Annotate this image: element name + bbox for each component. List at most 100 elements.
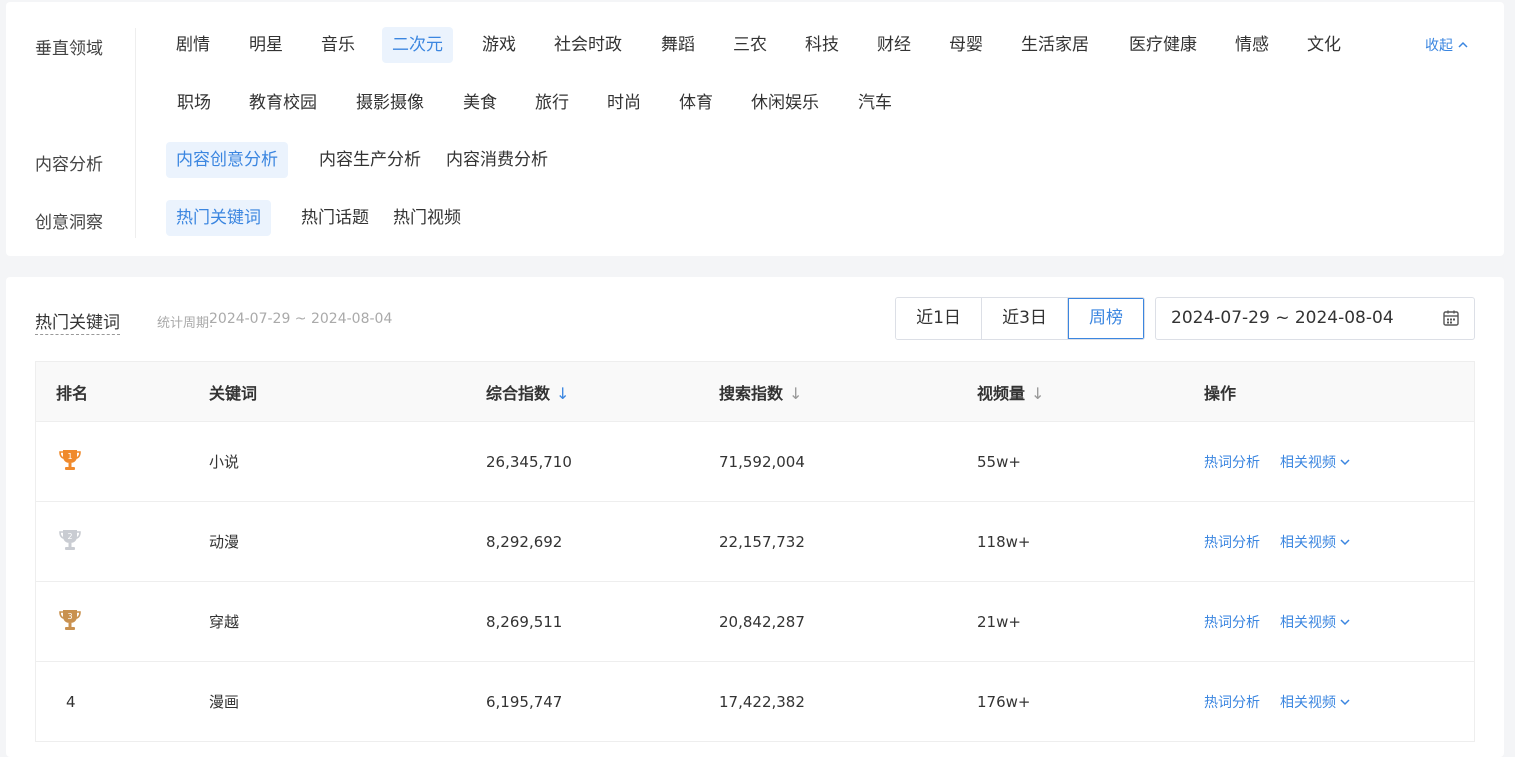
col-videos[interactable]: 视频量 ↓ [977,380,1044,404]
vertical-chip-row2-7[interactable]: 休闲娱乐 [741,85,829,121]
vertical-chip-row2-2[interactable]: 摄影摄像 [346,85,434,121]
section-title: 热门关键词 [35,308,120,335]
cell-search: 20,842,287 [719,612,805,631]
cell-search: 17,422,382 [719,692,805,711]
vertical-chip-row2-4[interactable]: 旅行 [525,85,579,121]
tab-1-day[interactable]: 近1日 [896,298,982,339]
vertical-chip-6[interactable]: 舞蹈 [651,27,705,63]
cell-rank: 1 [56,446,84,478]
vertical-chip-2[interactable]: 音乐 [311,27,365,63]
hot-word-analysis-link[interactable]: 热词分析 [1204,452,1260,472]
vertical-chip-9[interactable]: 财经 [867,27,921,63]
period-label: 统计周期: [157,316,214,331]
content-label: 内容分析 [35,155,103,175]
cell-search: 71,592,004 [719,452,805,471]
table-row: 3 穿越 8,269,511 20,842,287 21w+ 热词分析 相关视频 [36,582,1474,662]
vertical-chip-row2-0[interactable]: 职场 [167,85,221,121]
vertical-chip-10[interactable]: 母婴 [939,27,993,63]
col-videos-label: 视频量 [977,383,1026,403]
rank-number: 4 [66,692,76,711]
vertical-chip-row2-6[interactable]: 体育 [669,85,723,121]
vertical-chip-row2-8[interactable]: 汽车 [848,85,902,121]
vertical-chip-4[interactable]: 游戏 [472,27,526,63]
cell-ops: 热词分析 相关视频 [1204,452,1351,472]
vertical-chip-8[interactable]: 科技 [795,27,849,63]
vertical-chip-7[interactable]: 三农 [723,27,777,63]
col-search[interactable]: 搜索指数 ↓ [719,380,802,404]
insight-label: 创意洞察 [35,213,103,233]
sort-down-icon: ↓ [1031,383,1045,403]
related-videos-dropdown[interactable]: 相关视频 [1280,692,1351,712]
col-composite[interactable]: 综合指数 ↓ [486,380,569,404]
trophy-icon: 1 [59,449,81,470]
tab-weekly[interactable]: 周榜 [1068,298,1144,339]
cell-composite: 8,269,511 [486,612,563,631]
chevron-down-icon [1340,458,1350,465]
date-range-picker[interactable]: 2024-07-29 ~ 2024-08-04 [1155,297,1475,340]
vertical-chip-14[interactable]: 文化 [1297,27,1351,63]
cell-rank: 2 [56,526,84,558]
cell-composite: 26,345,710 [486,452,572,471]
hot-word-analysis-link[interactable]: 热词分析 [1204,532,1260,552]
hot-word-analysis-link[interactable]: 热词分析 [1204,612,1260,632]
vertical-chip-3[interactable]: 二次元 [382,27,453,63]
cell-keyword: 穿越 [209,613,240,631]
vertical-chip-13[interactable]: 情感 [1225,27,1279,63]
vertical-chip-12[interactable]: 医疗健康 [1119,27,1207,63]
content-chip-2[interactable]: 内容消费分析 [436,142,558,178]
cell-keyword: 小说 [209,453,240,471]
cell-composite: 6,195,747 [486,692,563,711]
trophy-icon: 2 [59,529,81,550]
content-chip-1[interactable]: 内容生产分析 [309,142,431,178]
cell-videos: 176w+ [977,692,1031,711]
insight-chip-0[interactable]: 热门关键词 [166,200,271,236]
chevron-down-icon [1340,698,1350,705]
sort-down-icon: ↓ [556,383,570,403]
related-videos-label: 相关视频 [1280,614,1336,631]
cell-videos: 21w+ [977,612,1021,631]
vertical-chip-row2-5[interactable]: 时尚 [597,85,651,121]
content-chip-0[interactable]: 内容创意分析 [166,142,288,178]
vertical-chip-5[interactable]: 社会时政 [544,27,632,63]
related-videos-label: 相关视频 [1280,534,1336,551]
cell-composite: 8,292,692 [486,532,563,551]
trophy-rank: 2 [67,532,72,541]
col-composite-label: 综合指数 [486,383,551,403]
tab-3-day[interactable]: 近3日 [982,298,1068,339]
cell-ops: 热词分析 相关视频 [1204,532,1351,552]
chevron-down-icon [1340,538,1350,545]
cell-ops: 热词分析 相关视频 [1204,692,1351,712]
cell-rank: 4 [56,693,76,711]
related-videos-label: 相关视频 [1280,694,1336,711]
col-search-label: 搜索指数 [719,383,784,403]
table-row: 4 漫画 6,195,747 17,422,382 176w+ 热词分析 相关视… [36,662,1474,742]
filter-panel: 垂直领域 内容分析 创意洞察 剧情 明星 音乐 二次元 游戏 社会时政 舞蹈 三农 科技 财经 母婴… [6,2,1504,256]
cell-rank: 3 [56,606,84,638]
trophy-icon: 3 [59,609,81,630]
insight-chip-1[interactable]: 热门话题 [291,200,379,236]
related-videos-dropdown[interactable]: 相关视频 [1280,612,1351,632]
col-keyword: 关键词 [209,383,258,403]
collapse-button[interactable]: 收起 [1425,35,1469,55]
table-body: 1 小说 26,345,710 71,592,004 55w+ 热词分析 相关视… [36,422,1474,742]
calendar-icon [1443,310,1459,326]
vertical-chip-11[interactable]: 生活家居 [1011,27,1099,63]
insight-chip-2[interactable]: 热门视频 [383,200,471,236]
related-videos-dropdown[interactable]: 相关视频 [1280,452,1351,472]
table-row: 1 小说 26,345,710 71,592,004 55w+ 热词分析 相关视… [36,422,1474,502]
col-rank: 排名 [56,383,89,403]
vertical-chip-row2-1[interactable]: 教育校园 [239,85,327,121]
cell-videos: 118w+ [977,532,1031,551]
label-divider [135,28,136,238]
related-videos-dropdown[interactable]: 相关视频 [1280,532,1351,552]
related-videos-label: 相关视频 [1280,454,1336,471]
chevron-down-icon [1340,618,1350,625]
cell-keyword: 动漫 [209,533,240,551]
vertical-chip-0[interactable]: 剧情 [166,27,220,63]
hot-word-analysis-link[interactable]: 热词分析 [1204,692,1260,712]
period-tabs: 近1日 近3日 周榜 [895,297,1145,340]
cell-keyword: 漫画 [209,693,240,711]
vertical-chip-1[interactable]: 明星 [239,27,293,63]
cell-videos: 55w+ [977,452,1021,471]
vertical-chip-row2-3[interactable]: 美食 [453,85,507,121]
